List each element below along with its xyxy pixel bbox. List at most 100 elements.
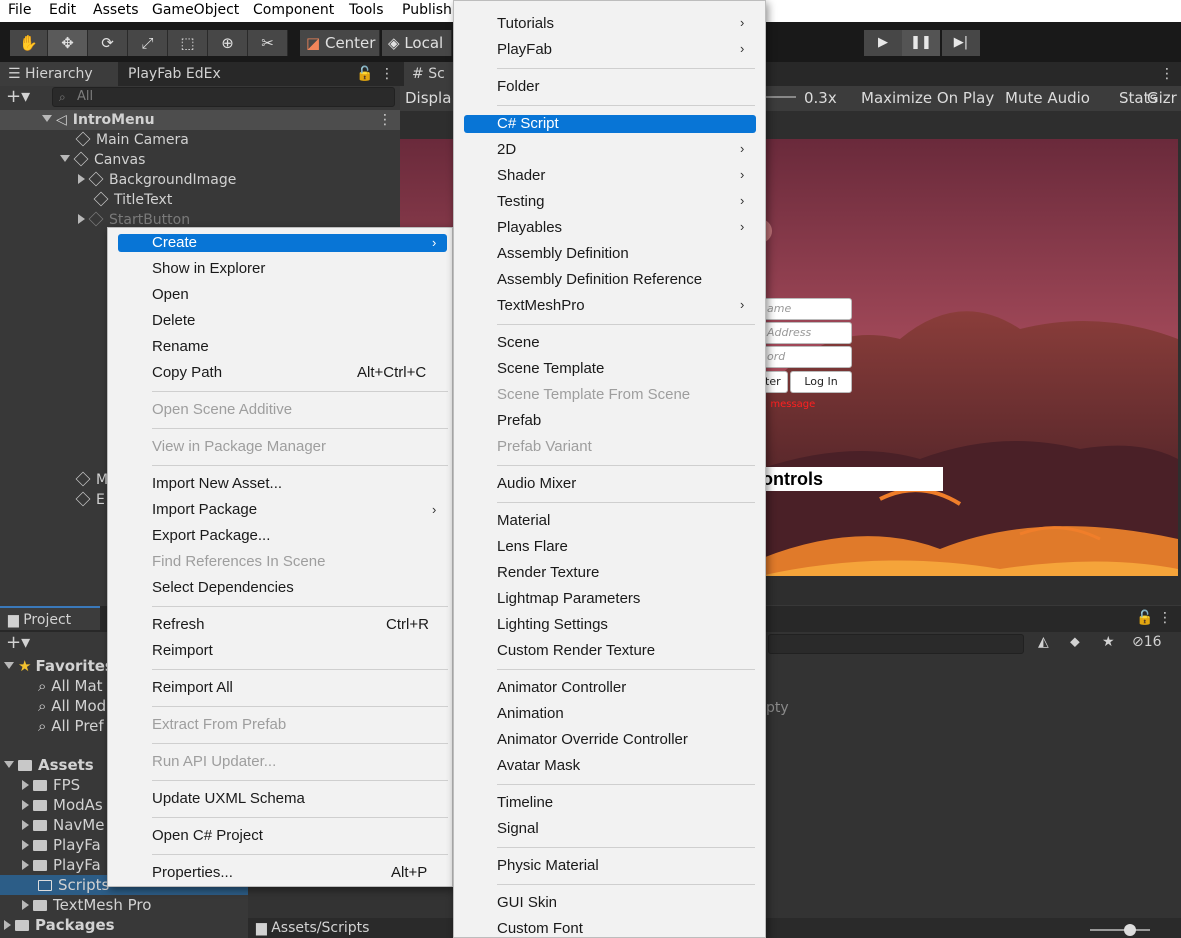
move-tool-icon[interactable]: ✥ [48,30,88,56]
menu-item-select-dependencies[interactable]: Select Dependencies [152,579,294,597]
submenu-item-assembly-definition[interactable]: Assembly Definition [497,245,629,263]
menu-item-import-package[interactable]: Import Package [152,501,257,519]
submenu-item-custom-render-texture[interactable]: Custom Render Texture [497,642,655,660]
step-button[interactable]: ▶| [942,30,980,56]
menu-item-reimport-all[interactable]: Reimport All [152,679,233,697]
submenu-item-folder[interactable]: Folder [497,78,540,96]
submenu-item-render-texture[interactable]: Render Texture [497,564,599,582]
submenu-item-gui-skin[interactable]: GUI Skin [497,894,557,912]
login-button[interactable]: Log In [790,371,852,393]
project-search-input[interactable] [768,634,1024,654]
menu-item-copy-path[interactable]: Copy Path [152,364,222,382]
scale-slider-track[interactable] [766,96,796,98]
submenu-item-assembly-definition-reference[interactable]: Assembly Definition Reference [497,271,702,289]
hierarchy-item-canvas[interactable]: Canvas [0,150,400,170]
rect-tool-icon[interactable]: ⬚ [168,30,208,56]
packages-row[interactable]: Packages [0,915,248,935]
menu-item-delete[interactable]: Delete [152,312,195,330]
menu-item-reimport[interactable]: Reimport [152,642,213,660]
name-input[interactable]: ame [762,298,852,320]
submenu-item-avatar-mask[interactable]: Avatar Mask [497,757,580,775]
hand-tool-icon[interactable]: ✋ [10,30,48,56]
pivot-local-button[interactable]: ◈ Local [382,30,452,56]
hierarchy-search-input[interactable]: ⌕ All [52,87,395,107]
hidden-packages-icon[interactable]: ⊘16 [1132,634,1162,650]
hash-icon: # [412,66,424,82]
menu-item-update-uxml-schema[interactable]: Update UXML Schema [152,790,305,808]
menu-item-show-in-explorer[interactable]: Show in Explorer [152,260,265,278]
submenu-item-scene[interactable]: Scene [497,334,540,352]
submenu-item-animation[interactable]: Animation [497,705,564,723]
scene-row[interactable]: ◁ IntroMenu ⋮ [0,110,400,130]
kebab-menu-icon[interactable]: ⋮ [372,62,402,86]
submenu-item-textmeshpro[interactable]: TextMeshPro [497,297,585,315]
favorite-star-icon[interactable]: ★ [1102,634,1115,650]
menu-item-export-package[interactable]: Export Package... [152,527,270,545]
menu-item-create[interactable]: Create [152,234,197,252]
submenu-item-shader[interactable]: Shader [497,167,545,185]
menu-publish[interactable]: Publish [402,2,452,18]
folder-textmeshpro[interactable]: TextMesh Pro [0,895,248,915]
menu-item-refresh[interactable]: Refresh [152,616,205,634]
pivot-center-button[interactable]: ◪ Center [300,30,380,56]
password-input[interactable]: ord [762,346,852,368]
display-dropdown[interactable]: Displa [405,89,451,107]
tab-playfab-edex[interactable]: PlayFab EdEx [120,62,229,86]
project-kebab-icon[interactable]: ⋮ [1150,606,1180,630]
submenu-item-material[interactable]: Material [497,512,550,530]
filter-label-icon[interactable]: ⬥ [1070,634,1080,650]
submenu-item-signal[interactable]: Signal [497,820,539,838]
submenu-item-animator-controller[interactable]: Animator Controller [497,679,626,697]
menu-item-open-csharp-project[interactable]: Open C# Project [152,827,263,845]
submenu-item-lighting-settings[interactable]: Lighting Settings [497,616,608,634]
submenu-item-playables[interactable]: Playables [497,219,562,237]
hierarchy-item-titletext[interactable]: TitleText [0,190,400,210]
filter-type-icon[interactable]: ◭ [1038,634,1049,650]
menu-item-rename[interactable]: Rename [152,338,209,356]
tab-project[interactable]: ▆ Project [0,606,100,630]
play-button[interactable]: ▶ [864,30,902,56]
menu-item-properties[interactable]: Properties... [152,864,233,882]
pause-button[interactable]: ❚❚ [902,30,940,56]
menu-edit[interactable]: Edit [49,2,76,18]
maximize-on-play-toggle[interactable]: Maximize On Play [861,89,994,107]
submenu-item-scene-template[interactable]: Scene Template [497,360,604,378]
scene-kebab-icon[interactable]: ⋮ [1152,62,1181,86]
submenu-item-animator-override-controller[interactable]: Animator Override Controller [497,731,688,749]
tab-scene[interactable]: # Sc [404,62,453,86]
menu-item-import-new-asset[interactable]: Import New Asset... [152,475,282,493]
hierarchy-item-main-camera[interactable]: Main Camera [0,130,400,150]
submenu-item-custom-font[interactable]: Custom Font [497,920,583,938]
submenu-item-physic-material[interactable]: Physic Material [497,857,599,875]
rotate-tool-icon[interactable]: ⟳ [88,30,128,56]
gizmos-toggle[interactable]: Gizr [1147,89,1177,107]
submenu-item-tutorials[interactable]: Tutorials [497,15,554,33]
submenu-item-audio-mixer[interactable]: Audio Mixer [497,475,576,493]
zoom-slider-handle[interactable] [1124,924,1136,936]
transform-tool-icon[interactable]: ⊕ [208,30,248,56]
menu-assets[interactable]: Assets [93,2,139,18]
scale-tool-icon[interactable]: ⤢ [128,30,168,56]
submenu-item-timeline[interactable]: Timeline [497,794,553,812]
submenu-item-playfab[interactable]: PlayFab [497,41,552,59]
add-icon[interactable]: +▾ [6,86,30,107]
mute-audio-toggle[interactable]: Mute Audio [1005,89,1090,107]
tab-hierarchy[interactable]: ☰ Hierarchy [0,62,118,86]
zoom-slider-track[interactable] [1090,929,1150,931]
email-input[interactable]: Address [762,322,852,344]
submenu-item-2d[interactable]: 2D [497,141,516,159]
menu-item-open[interactable]: Open [152,286,189,304]
menu-tools[interactable]: Tools [349,2,384,18]
project-add-icon[interactable]: +▾ [6,632,30,653]
hierarchy-item-backgroundimage[interactable]: BackgroundImage [0,170,400,190]
submenu-item-testing[interactable]: Testing [497,193,545,211]
menu-file[interactable]: File [8,2,31,18]
submenu-item-lightmap-parameters[interactable]: Lightmap Parameters [497,590,640,608]
submenu-item-csharp-script[interactable]: C# Script [497,115,559,133]
menu-gameobject[interactable]: GameObject [152,2,239,18]
menu-component[interactable]: Component [253,2,334,18]
submenu-item-prefab[interactable]: Prefab [497,412,541,430]
custom-tool-icon[interactable]: ✂ [248,30,288,56]
submenu-item-lens-flare[interactable]: Lens Flare [497,538,568,556]
scene-kebab-icon[interactable]: ⋮ [378,110,392,130]
